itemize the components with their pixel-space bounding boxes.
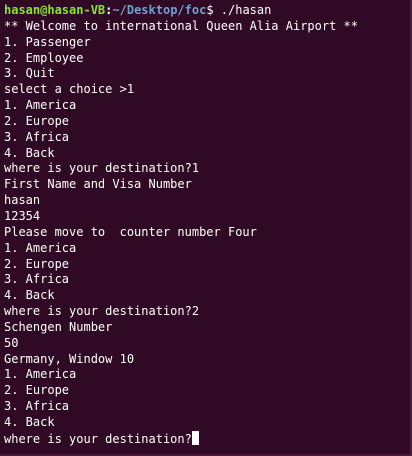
prompt-user-host: hasan@hasan-VB (4, 3, 106, 17)
output-line: First Name and Visa Number (4, 177, 192, 192)
output-line: 3. Africa (4, 399, 70, 414)
output-line: 2. Employee (4, 50, 84, 65)
prompt-line: hasan@hasan-VB:~/Desktop/foc$ ./hasan (4, 3, 410, 19)
output-line: 4. Back (4, 288, 55, 303)
output-line: 3. Quit (4, 66, 55, 81)
output-line: 3. Africa (4, 272, 70, 287)
terminal-window[interactable]: hasan@hasan-VB:~/Desktop/foc$ ./hasan **… (0, 0, 412, 456)
output-line: where is your destination?2 (4, 304, 200, 319)
output-line: Please move to counter number Four (4, 224, 257, 239)
prompt-dollar: $ (206, 3, 214, 17)
output-line: hasan (4, 193, 41, 208)
output-line: 1. America (4, 367, 77, 382)
output-line: 12354 (4, 208, 41, 223)
output-line: ** Welcome to international Queen Alia A… (4, 18, 359, 33)
text-cursor (191, 430, 199, 445)
output-line: 4. Back (4, 145, 55, 160)
output-line: 1. America (4, 98, 77, 113)
output-line: 3. Africa (4, 129, 70, 144)
output-line: Germany, Window 10 (4, 351, 135, 366)
prompt-command: ./hasan (213, 3, 272, 17)
output-line: where is your destination?1 (4, 161, 200, 176)
output-line: 1. Passenger (4, 34, 91, 49)
output-line: 2. Europe (4, 383, 70, 398)
prompt-path: ~/Desktop/foc (112, 3, 207, 17)
output-line: 4. Back (4, 414, 55, 429)
output-line: select a choice >1 (4, 82, 135, 97)
output-line: 2. Europe (4, 256, 70, 271)
input-line[interactable]: where is your destination? (4, 430, 410, 447)
output-line: 1. America (4, 240, 77, 255)
input-prompt-text: where is your destination? (4, 431, 192, 446)
output-line: Schengen Number (4, 319, 113, 334)
output-line: 50 (4, 335, 19, 350)
output-line: 2. Europe (4, 113, 70, 128)
